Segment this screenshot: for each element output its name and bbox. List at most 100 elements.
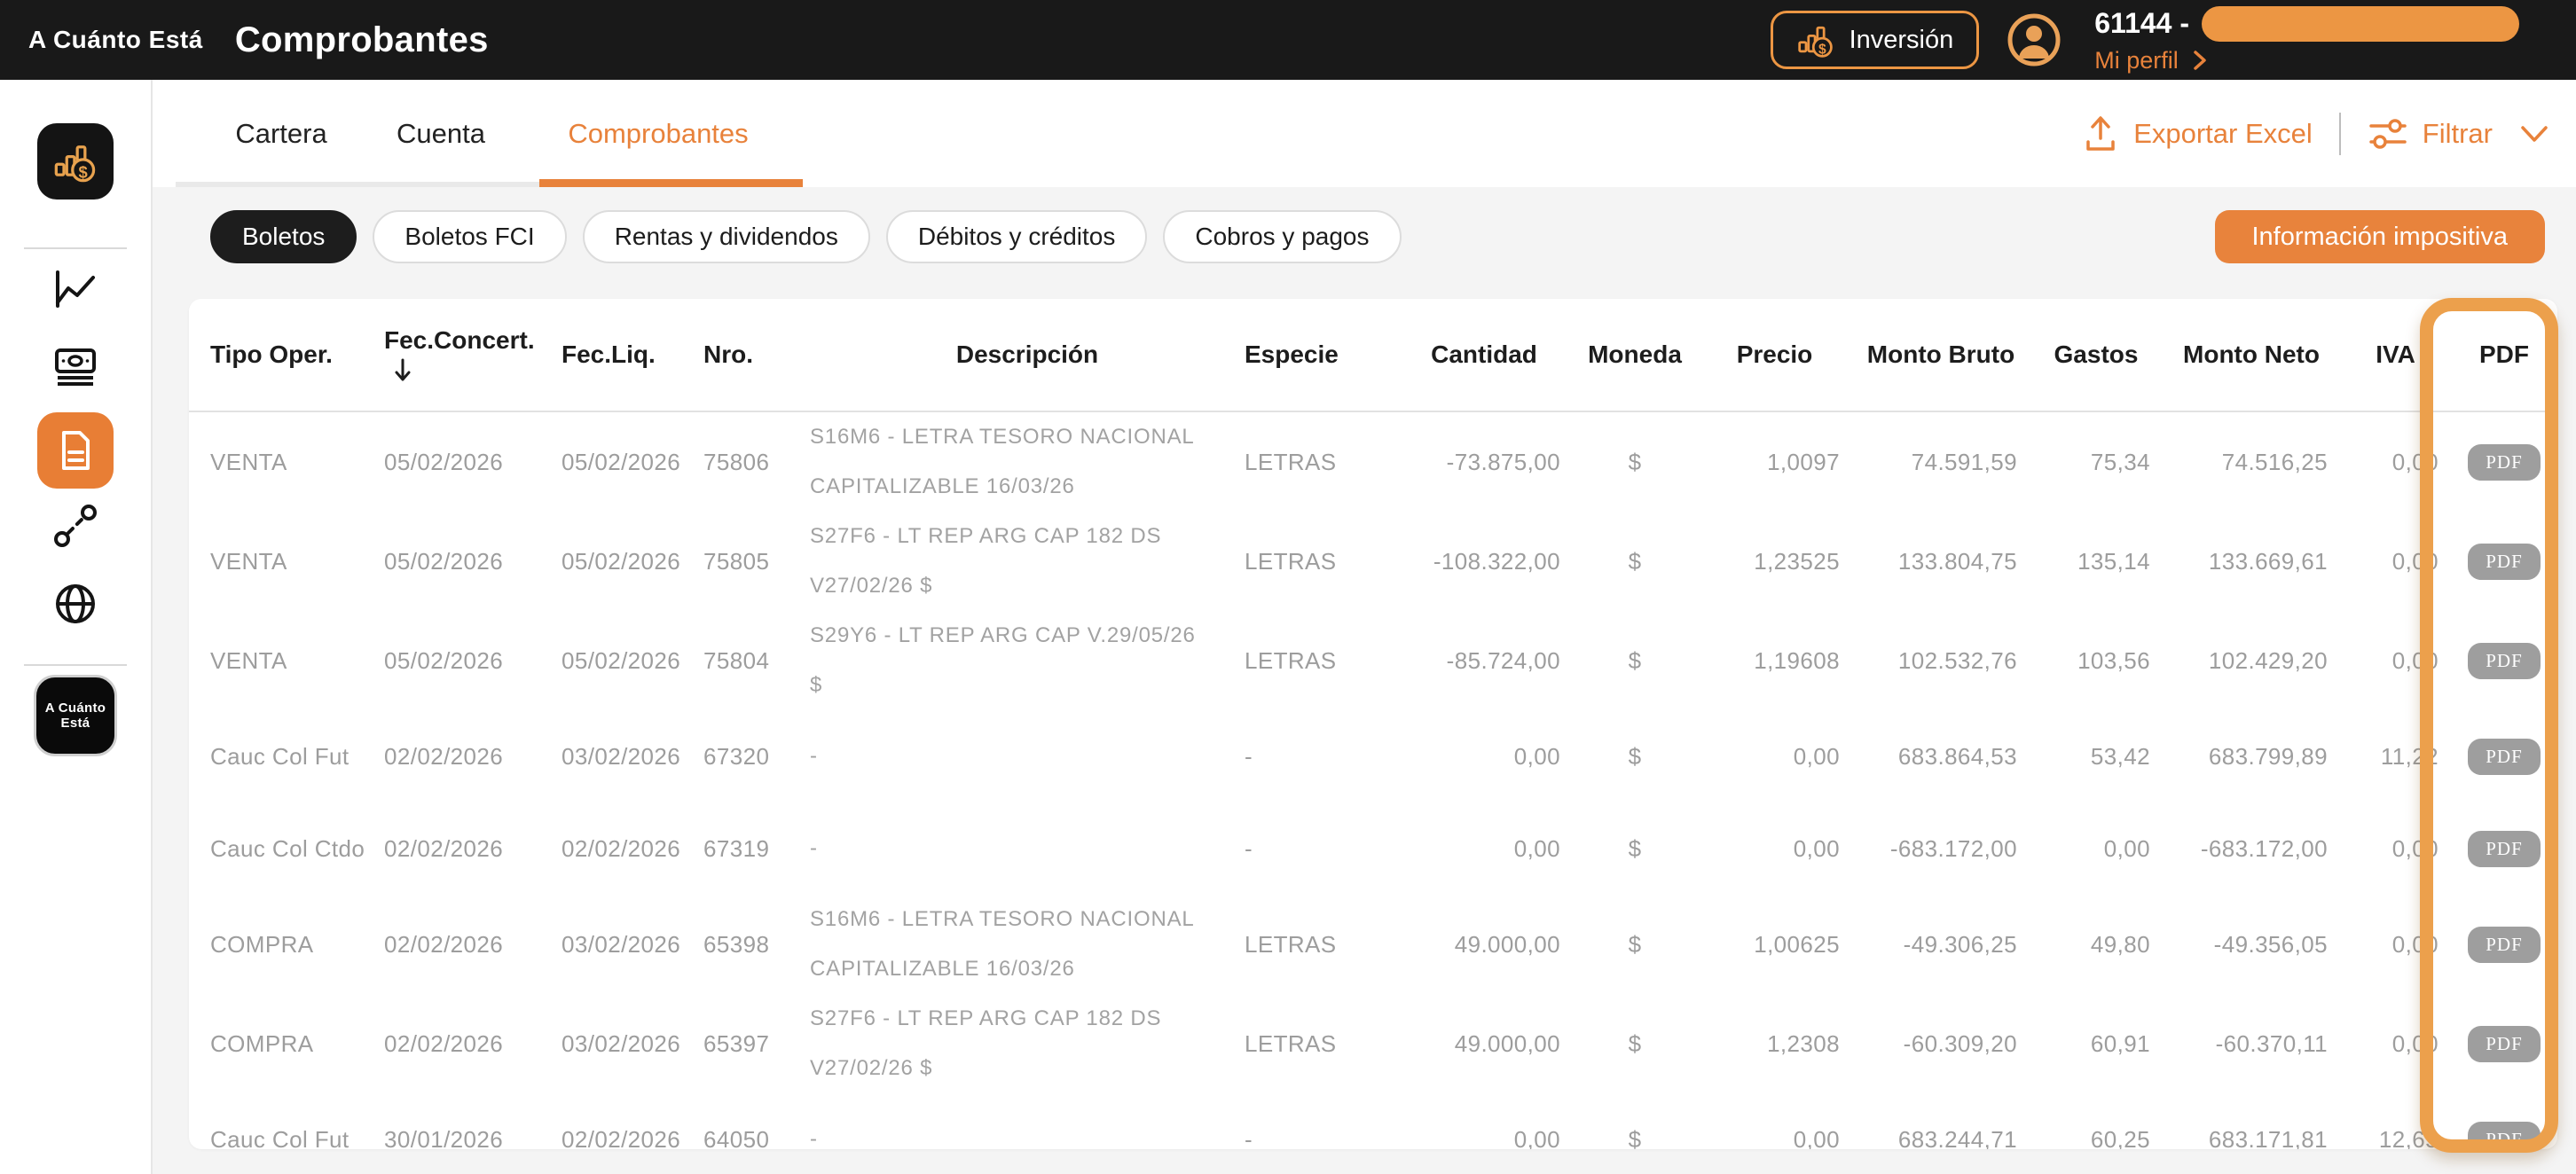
cell-iva: 0,00: [2340, 895, 2451, 994]
sidebar-item-inversion[interactable]: $: [37, 123, 114, 200]
banknote-icon: [51, 341, 100, 391]
table-header-row: Tipo Oper. Fec.Concert. Fec.Liq. Nro. De…: [189, 299, 2557, 411]
sidebar-item-comprobantes-active[interactable]: [37, 412, 114, 489]
col-header-monto-bruto: Monto Bruto: [1852, 299, 2030, 411]
cell-monto-neto: 133.669,61: [2163, 512, 2340, 611]
cell-fec-liq: 03/02/2026: [562, 994, 703, 1093]
chevron-right-icon: [2191, 48, 2209, 73]
inversion-button[interactable]: $ Inversión: [1771, 11, 1980, 69]
left-sidebar: $: [0, 80, 153, 1174]
cell-precio: 0,00: [1697, 710, 1852, 802]
cell-especie: LETRAS: [1245, 611, 1395, 710]
cell-tipo-oper: VENTA: [189, 512, 384, 611]
sidebar-brand-logo[interactable]: A Cuánto Está: [34, 675, 117, 756]
pill-debitos-creditos[interactable]: Débitos y créditos: [886, 210, 1148, 263]
profile-avatar[interactable]: [2007, 13, 2061, 67]
pdf-button[interactable]: PDF: [2468, 444, 2541, 481]
account-number-line: 61144 -: [2094, 6, 2519, 42]
app-window: A Cuánto Está Comprobantes $ Inversión: [0, 0, 2576, 1174]
toolbar-divider: [2339, 113, 2341, 155]
filter-pills-row: Boletos Boletos FCI Rentas y dividendos …: [153, 187, 2576, 263]
filter-sliders-icon: [2368, 114, 2408, 153]
cell-gastos: 103,56: [2030, 611, 2163, 710]
cell-moneda: $: [1573, 710, 1697, 802]
cell-fec-concert: 05/02/2026: [384, 611, 562, 710]
cell-cantidad: 49.000,00: [1395, 994, 1573, 1093]
cell-nro: 75804: [703, 611, 810, 710]
cell-fec-liq: 02/02/2026: [562, 1093, 703, 1149]
cell-tipo-oper: Cauc Col Fut: [189, 1093, 384, 1149]
cell-fec-concert: 02/02/2026: [384, 710, 562, 802]
col-header-moneda: Moneda: [1573, 299, 1697, 411]
table-body: VENTA 05/02/2026 05/02/2026 75806 S16M6 …: [189, 411, 2557, 1149]
tab-comprobantes-active[interactable]: Comprobantes: [525, 80, 791, 187]
cell-tipo-oper: VENTA: [189, 611, 384, 710]
tab-cartera[interactable]: Cartera: [206, 80, 357, 187]
cell-fec-concert: 02/02/2026: [384, 802, 562, 895]
col-header-fec-concert[interactable]: Fec.Concert.: [384, 299, 562, 411]
cell-monto-neto: -683.172,00: [2163, 802, 2340, 895]
cell-especie: LETRAS: [1245, 411, 1395, 512]
mi-perfil-link[interactable]: Mi perfil: [2094, 47, 2519, 74]
mi-perfil-label: Mi perfil: [2094, 47, 2179, 74]
inversion-button-label: Inversión: [1850, 26, 1954, 55]
cell-descripcion: -: [810, 1093, 1245, 1149]
account-info: 61144 - Mi perfil: [2094, 6, 2519, 74]
cell-monto-neto: 102.429,20: [2163, 611, 2340, 710]
sidebar-divider: [24, 247, 127, 249]
sidebar-divider: [24, 664, 127, 666]
sidebar-item-performance[interactable]: [51, 265, 100, 315]
cell-cantidad: 49.000,00: [1395, 895, 1573, 994]
export-upload-icon: [2082, 113, 2119, 154]
informacion-impositiva-button[interactable]: Información impositiva: [2215, 210, 2546, 263]
col-header-gastos: Gastos: [2030, 299, 2163, 411]
cell-monto-bruto: 74.591,59: [1852, 411, 2030, 512]
cell-iva: 0,00: [2340, 611, 2451, 710]
sidebar-item-movements[interactable]: [51, 341, 100, 391]
cell-iva: 11,22: [2340, 710, 2451, 802]
cell-precio: 0,00: [1697, 802, 1852, 895]
link-chain-icon: [51, 501, 100, 551]
sort-descending-icon[interactable]: [393, 357, 412, 382]
pdf-button[interactable]: PDF: [2468, 927, 2541, 963]
cell-iva: 0,00: [2340, 802, 2451, 895]
col-header-especie: Especie: [1245, 299, 1395, 411]
pill-boletos-active[interactable]: Boletos: [210, 210, 357, 263]
sidebar-item-global[interactable]: [51, 579, 100, 629]
filter-label: Filtrar: [2423, 118, 2493, 150]
cell-nro: 75806: [703, 411, 810, 512]
cell-gastos: 75,34: [2030, 411, 2163, 512]
cell-monto-bruto: -683.172,00: [1852, 802, 2030, 895]
cell-moneda: $: [1573, 895, 1697, 994]
pdf-button[interactable]: PDF: [2468, 1122, 2541, 1150]
filter-button[interactable]: Filtrar: [2368, 114, 2493, 153]
cell-monto-neto: 683.171,81: [2163, 1093, 2340, 1149]
cell-descripcion: S27F6 - LT REP ARG CAP 182 DS V27/02/26 …: [810, 994, 1245, 1093]
pill-cobros-pagos[interactable]: Cobros y pagos: [1163, 210, 1401, 263]
col-header-fec-liq: Fec.Liq.: [562, 299, 703, 411]
cell-iva: 0,00: [2340, 411, 2451, 512]
cell-moneda: $: [1573, 802, 1697, 895]
sidebar-item-links[interactable]: [51, 501, 100, 551]
pdf-button[interactable]: PDF: [2468, 544, 2541, 580]
pill-boletos-fci[interactable]: Boletos FCI: [373, 210, 566, 263]
pdf-button[interactable]: PDF: [2468, 831, 2541, 867]
cell-moneda: $: [1573, 411, 1697, 512]
cell-moneda: $: [1573, 512, 1697, 611]
cell-fec-concert: 05/02/2026: [384, 411, 562, 512]
tab-bar: Cartera Cuenta Comprobantes Exportar Exc…: [153, 80, 2576, 187]
pdf-button[interactable]: PDF: [2468, 1026, 2541, 1062]
pdf-button[interactable]: PDF: [2468, 643, 2541, 679]
tab-cuenta[interactable]: Cuenta: [357, 80, 525, 187]
cell-cantidad: -108.322,00: [1395, 512, 1573, 611]
export-excel-button[interactable]: Exportar Excel: [2082, 113, 2313, 154]
export-excel-label: Exportar Excel: [2133, 118, 2313, 150]
pdf-button[interactable]: PDF: [2468, 739, 2541, 775]
cell-fec-concert: 02/02/2026: [384, 895, 562, 994]
chevron-down-icon[interactable]: [2519, 123, 2549, 145]
table-row: Cauc Col Ctdo 02/02/2026 02/02/2026 6731…: [189, 802, 2557, 895]
top-header-bar: A Cuánto Está Comprobantes $ Inversión: [0, 0, 2576, 80]
cell-monto-neto: -60.370,11: [2163, 994, 2340, 1093]
cell-fec-concert: 05/02/2026: [384, 512, 562, 611]
pill-rentas-dividendos[interactable]: Rentas y dividendos: [583, 210, 870, 263]
